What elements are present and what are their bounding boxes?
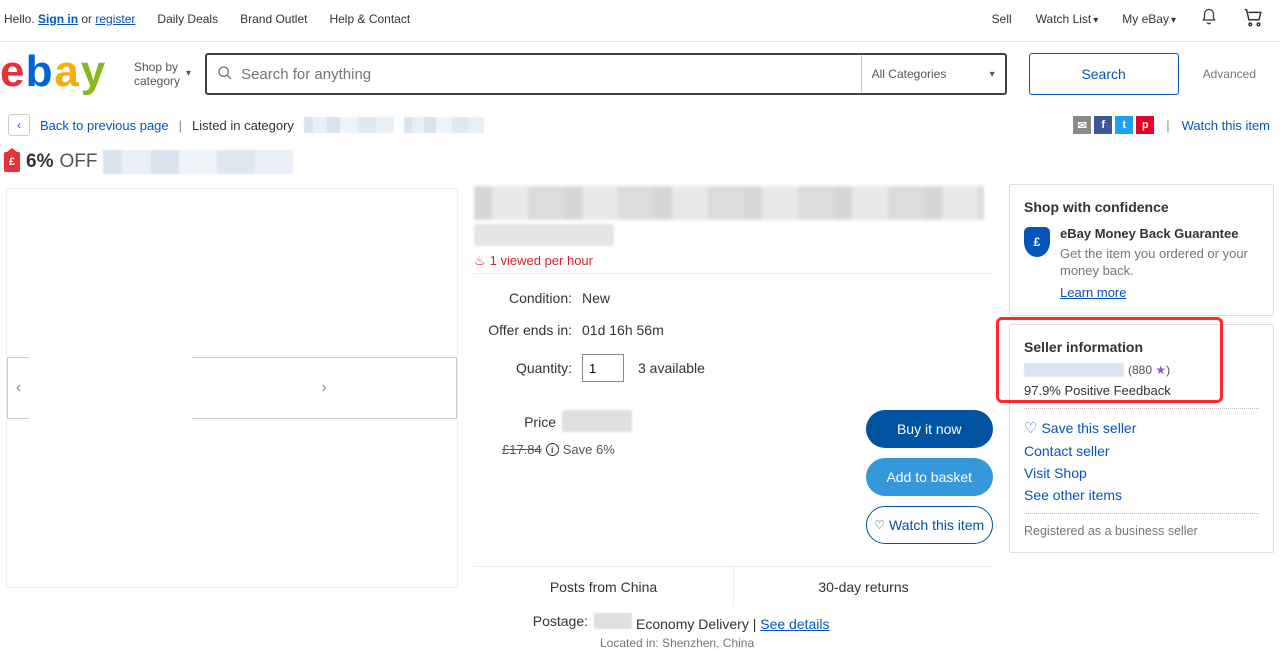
chevron-down-icon: ▾ [1171,15,1176,26]
share-facebook-icon[interactable]: f [1094,116,1112,134]
located-label: Located in: [600,636,659,650]
condition-label: Condition: [474,290,582,306]
chevron-down-icon: ▾ [1093,15,1098,26]
or-text: or [81,12,92,26]
back-chevron-icon[interactable]: ‹ [8,114,30,136]
posts-from-label: Posts from China [474,567,733,607]
discount-detail-placeholder [103,150,293,174]
help-contact-link[interactable]: Help & Contact [329,12,410,26]
mbg-learn-more-link[interactable]: Learn more [1060,284,1259,302]
back-link[interactable]: Back to previous page [40,118,169,133]
offer-ends-value: 01d 16h 56m [582,322,664,338]
sign-in-link[interactable]: Sign in [38,12,78,26]
star-icon: ★ [1155,363,1166,377]
see-other-items-link[interactable]: See other items [1024,487,1259,503]
buy-it-now-button[interactable]: Buy it now [866,410,994,448]
located-value: Shenzhen, China [662,636,754,650]
daily-deals-link[interactable]: Daily Deals [157,12,218,26]
flame-icon: ♨ [474,256,486,269]
gallery-prev-button[interactable]: ‹ [7,357,29,419]
info-icon[interactable]: i [546,443,559,456]
discount-percent: 6% [26,151,53,173]
quantity-input[interactable] [582,354,624,382]
heart-icon: ♡ [874,518,885,532]
postage-see-details-link[interactable]: See details [760,616,829,632]
original-price: £17.84 [502,442,542,457]
my-ebay-menu[interactable]: My eBay▾ [1122,12,1176,26]
price-label: Price [474,410,562,432]
item-title-placeholder [474,186,984,220]
condition-value: New [582,290,610,306]
category-placeholder [404,117,484,133]
seller-info-title: Seller information [1024,339,1259,355]
gallery-next-button[interactable]: › [192,357,457,419]
business-seller-label: Registered as a business seller [1024,524,1259,538]
shop-confidence-title: Shop with confidence [1024,199,1259,215]
svg-text:y: y [81,50,106,96]
quantity-label: Quantity: [474,360,582,376]
postage-price-placeholder [594,613,632,629]
returns-label: 30-day returns [733,567,993,607]
sell-link[interactable]: Sell [992,12,1012,26]
discount-off: OFF [59,151,97,173]
contact-seller-link[interactable]: Contact seller [1024,443,1259,459]
brand-outlet-link[interactable]: Brand Outlet [240,12,307,26]
bell-icon[interactable] [1200,8,1218,29]
cart-icon[interactable] [1242,6,1264,31]
category-placeholder [304,117,394,133]
shield-icon: £ [1024,227,1050,257]
chevron-down-icon: ▾ [186,68,191,80]
search-icon [217,65,233,84]
add-to-basket-button[interactable]: Add to basket [866,458,994,496]
postage-label: Postage: [474,613,594,632]
hello-text: Hello. [4,12,35,26]
visit-shop-link[interactable]: Visit Shop [1024,465,1259,481]
share-pinterest-icon[interactable]: p [1136,116,1154,134]
save-seller-link[interactable]: Save this seller [1041,420,1136,436]
watch-list-menu[interactable]: Watch List▾ [1036,12,1099,26]
postage-method: Economy Delivery [636,616,749,632]
positive-feedback: 97.9% Positive Feedback [1024,383,1259,398]
svg-text:a: a [54,50,79,96]
advanced-link[interactable]: Advanced [1203,67,1256,81]
price-tag-icon: £ [4,152,20,172]
seller-name-placeholder [1024,363,1124,377]
mbg-title: eBay Money Back Guarantee [1060,225,1259,243]
share-email-icon[interactable]: ✉ [1073,116,1091,134]
save-percent: Save 6% [563,442,615,457]
seller-feedback-count: 880 [1132,363,1152,377]
chevron-down-icon: ▾ [990,69,995,80]
mbg-desc: Get the item you ordered or your money b… [1060,246,1248,279]
available-count: 3 available [638,360,705,376]
search-button[interactable]: Search [1029,53,1179,95]
ebay-logo[interactable]: e b a y [0,50,120,98]
register-link[interactable]: register [95,12,135,26]
search-input[interactable] [241,66,851,83]
item-subtitle-placeholder [474,224,614,246]
viewed-per-hour: 1 viewed per hour [490,256,593,268]
watch-item-button[interactable]: ♡Watch this item [866,506,994,544]
category-select[interactable]: All Categories ▾ [861,55,1005,93]
offer-ends-label: Offer ends in: [474,322,582,338]
share-twitter-icon[interactable]: t [1115,116,1133,134]
watch-this-item-link[interactable]: Watch this item [1182,118,1270,133]
heart-icon: ♡ [1024,419,1037,437]
price-value-placeholder [562,410,632,432]
svg-text:b: b [26,50,53,96]
image-gallery: ‹ › [6,188,458,588]
listed-in-label: Listed in category [192,118,294,133]
svg-text:e: e [0,50,24,96]
shop-by-category-menu[interactable]: Shop bycategory ▾ [134,60,191,89]
